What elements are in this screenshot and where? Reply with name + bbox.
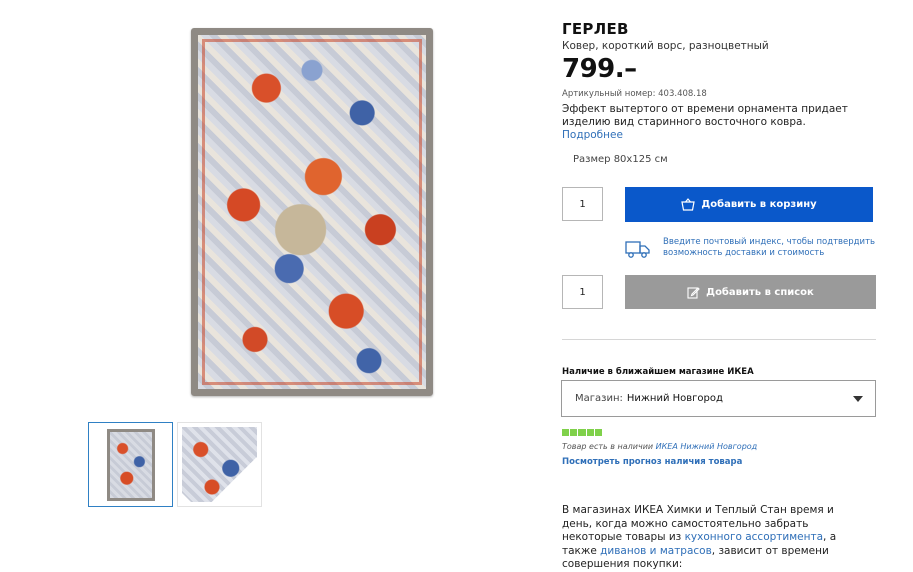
stock-store-link[interactable]: ИКЕА Нижний Новгород — [656, 442, 758, 451]
article-number: Артикульный номер: 403.408.18 — [562, 89, 707, 99]
thumbnail-detail-image — [182, 427, 257, 502]
chevron-down-icon — [853, 396, 863, 402]
product-subtitle: Ковер, короткий ворс, разноцветный — [562, 40, 769, 52]
list-quantity-input[interactable] — [562, 275, 603, 309]
more-link[interactable]: Подробнее — [562, 129, 623, 141]
product-description: Эффект вытертого от времени орнамента пр… — [562, 103, 848, 128]
delivery-info-link[interactable]: Введите почтовый индекс, чтобы подтверди… — [663, 237, 883, 259]
truck-icon — [625, 241, 650, 258]
thumbnail-front-image — [107, 429, 155, 501]
store-select-label: Магазин: — [575, 393, 623, 404]
product-price: 799.– — [562, 54, 637, 84]
store-availability-heading: Наличие в ближайшем магазине ИКЕА — [562, 367, 754, 377]
stock-status: Товар есть в наличии ИКЕА Нижний Новгоро… — [562, 442, 757, 451]
stock-status-text: Товар есть в наличии — [562, 442, 654, 451]
add-to-list-label: Добавить в список — [706, 286, 814, 298]
stock-forecast-link[interactable]: Посмотреть прогноз наличия товара — [562, 457, 742, 467]
kitchen-range-link[interactable]: кухонного ассортимента — [685, 531, 823, 543]
store-select-value: Нижний Новгород — [626, 393, 723, 404]
store-select[interactable]: Магазин: Нижний Новгород — [561, 380, 876, 417]
cart-quantity-input[interactable] — [562, 187, 603, 221]
edit-list-icon — [687, 286, 700, 299]
stock-level-indicator — [562, 429, 603, 436]
add-to-list-button[interactable]: Добавить в список — [625, 275, 876, 309]
shopping-bag-icon — [681, 198, 696, 211]
add-to-cart-button[interactable]: Добавить в корзину — [625, 187, 873, 222]
product-main-image[interactable] — [191, 28, 433, 396]
thumbnail-front[interactable] — [88, 422, 173, 507]
divider — [562, 339, 876, 340]
pickup-note: В магазинах ИКЕА Химки и Теплый Стан вре… — [562, 504, 862, 572]
add-to-cart-label: Добавить в корзину — [701, 199, 817, 210]
product-size: Размер 80x125 см — [573, 154, 668, 165]
thumbnail-detail[interactable] — [177, 422, 262, 507]
product-title: ГЕРЛЕВ — [562, 20, 629, 38]
sofas-mattresses-link[interactable]: диванов и матрасов — [600, 545, 712, 557]
